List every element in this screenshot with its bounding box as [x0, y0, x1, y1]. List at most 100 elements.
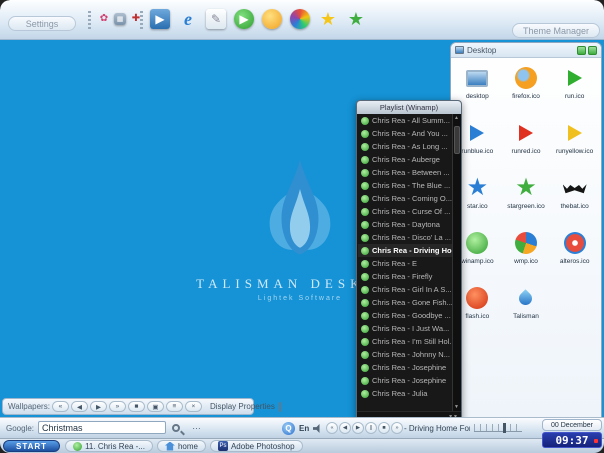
- playlist-item[interactable]: Chris Rea - Firefly: [358, 270, 452, 283]
- track-title: Chris Rea - Daytona: [372, 220, 440, 229]
- time-display[interactable]: 09:37: [542, 432, 602, 448]
- desktop-icon-wmp-ico[interactable]: wmp.ico: [502, 231, 551, 275]
- wallpaper-nav-button[interactable]: ▣: [147, 401, 164, 412]
- desktop-icon-stargreen-ico[interactable]: ★stargreen.ico: [502, 176, 551, 220]
- taskbar-task[interactable]: 11. Chris Rea -...: [65, 440, 153, 452]
- desktop-icon-talisman[interactable]: Talisman: [502, 286, 551, 330]
- grid-app-icon[interactable]: ▦: [114, 13, 126, 25]
- playlist-item[interactable]: Chris Rea - Girl In A S...: [358, 283, 452, 296]
- toolbar-small-icons: ✿▦✚: [98, 13, 142, 25]
- track-title: Chris Rea - Josephine: [372, 363, 446, 372]
- playlist-item[interactable]: Chris Rea - Daytona: [358, 218, 452, 231]
- desktop-icon-firefox-ico[interactable]: firefox.ico: [502, 66, 551, 110]
- playlist-item[interactable]: Chris Rea - As Long ...: [358, 140, 452, 153]
- language-indicator[interactable]: En: [299, 424, 309, 433]
- desktop-icon-thebat-ico[interactable]: thebat.ico: [550, 176, 599, 220]
- bird-icon[interactable]: [262, 9, 282, 29]
- playlist-item[interactable]: Chris Rea - E: [358, 257, 452, 270]
- wallpaper-nav-button[interactable]: ■: [128, 401, 145, 412]
- scroll-down-icon[interactable]: ▼: [453, 403, 460, 411]
- desktop-folder-panel: Desktop desktopfirefox.icorun.icorunblue…: [450, 42, 602, 425]
- winamp-track-icon: [361, 169, 369, 177]
- playlist-item[interactable]: Chris Rea - I Just Wa...: [358, 322, 452, 335]
- speaker-icon[interactable]: [313, 424, 323, 433]
- playlist-scrollbar[interactable]: ▲ ▼: [452, 114, 461, 411]
- taskbar-task[interactable]: home: [157, 440, 206, 452]
- track-title: Chris Rea - Auberge: [372, 155, 440, 164]
- quick-search-icon[interactable]: Q: [282, 422, 295, 435]
- media-control-button[interactable]: ■: [378, 422, 390, 434]
- theme-manager-button[interactable]: Theme Manager: [512, 23, 600, 38]
- volume-slider[interactable]: [474, 424, 522, 432]
- playlist-item[interactable]: Chris Rea - Disco' La ...: [358, 231, 452, 244]
- desktop-icon-runred-ico[interactable]: runred.ico: [502, 121, 551, 165]
- wallpaper-nav-button[interactable]: ▶: [90, 401, 107, 412]
- run-green-icon: [568, 66, 582, 90]
- play-green-icon[interactable]: ▶: [234, 9, 254, 29]
- playlist-item[interactable]: Chris Rea - Josephine: [358, 374, 452, 387]
- folder-icon: [455, 46, 464, 54]
- wallpaper-nav-button[interactable]: ≡: [166, 401, 183, 412]
- notes-icon-glyph: ✎: [211, 13, 221, 25]
- playlist-item[interactable]: Chris Rea - All Summ...: [358, 114, 452, 127]
- playlist-item[interactable]: Chris Rea - The Blue ...: [358, 179, 452, 192]
- media-control-button[interactable]: ◀: [339, 422, 351, 434]
- google-search-input[interactable]: [38, 421, 166, 434]
- media-control-button[interactable]: «: [326, 422, 338, 434]
- playlist-item[interactable]: Chris Rea - Auberge: [358, 153, 452, 166]
- toolbar-grip[interactable]: [88, 11, 91, 29]
- display-properties-button[interactable]: Display Properties: [210, 402, 275, 411]
- display-icon[interactable]: [279, 402, 281, 412]
- internet-explorer-icon[interactable]: e: [178, 9, 198, 29]
- playlist-item[interactable]: Chris Rea - Gone Fish...: [358, 296, 452, 309]
- track-title: Chris Rea - Goodbye ...: [372, 311, 451, 320]
- playlist-item[interactable]: Chris Rea - Goodbye ...: [358, 309, 452, 322]
- settings-button[interactable]: Settings: [8, 16, 76, 31]
- winamp-icon: [466, 231, 488, 255]
- playlist-titlebar[interactable]: Playlist (Winamp): [357, 101, 461, 114]
- start-button[interactable]: START: [3, 440, 60, 452]
- icon-label: run.ico: [565, 93, 585, 100]
- wallpaper-nav-button[interactable]: ×: [185, 401, 202, 412]
- notes-icon[interactable]: ✎: [206, 9, 226, 29]
- playlist-item[interactable]: Chris Rea - Johnny N...: [358, 348, 452, 361]
- panel-titlebar[interactable]: Desktop: [451, 43, 601, 58]
- desktop-icon-runyellow-ico[interactable]: runyellow.ico: [550, 121, 599, 165]
- playlist-item[interactable]: Chris Rea - Julia: [358, 387, 452, 400]
- volume-thumb[interactable]: [503, 423, 506, 433]
- date-display[interactable]: 00 December: [542, 419, 602, 431]
- scrollbar-thumb[interactable]: [454, 126, 460, 154]
- playlist-item[interactable]: Chris Rea - Driving Ho...: [358, 244, 452, 257]
- playlist-item[interactable]: Chris Rea - Curse Of ...: [358, 205, 452, 218]
- scroll-up-icon[interactable]: ▲: [453, 114, 460, 122]
- panel-refresh-button[interactable]: [577, 46, 586, 55]
- search-button[interactable]: [172, 421, 188, 435]
- winamp-track-icon: [361, 260, 369, 268]
- media-control-button[interactable]: ||: [365, 422, 377, 434]
- pinwheel-icon-glyph: ✿: [100, 14, 108, 24]
- playlist-item[interactable]: Chris Rea - Coming O...: [358, 192, 452, 205]
- desktop-icon-run-ico[interactable]: run.ico: [550, 66, 599, 110]
- playlist-item[interactable]: Chris Rea - And You ...: [358, 127, 452, 140]
- pinwheel-icon[interactable]: ✿: [98, 13, 110, 25]
- wallpaper-nav-button[interactable]: «: [52, 401, 69, 412]
- wallpaper-nav-button[interactable]: »: [109, 401, 126, 412]
- playlist-item[interactable]: Chris Rea - Between ...: [358, 166, 452, 179]
- taskbar-task[interactable]: PsAdobe Photoshop: [210, 440, 303, 452]
- star-green-icon[interactable]: ★: [346, 9, 366, 29]
- media-control-button[interactable]: ▶: [352, 422, 364, 434]
- more-button[interactable]: …: [192, 421, 201, 431]
- toolbar-grip[interactable]: [140, 11, 143, 29]
- playlist-item[interactable]: Chris Rea - I'm Still Hol...: [358, 335, 452, 348]
- media-player-icon[interactable]: ▶: [150, 9, 170, 29]
- star-yellow-icon[interactable]: ★: [318, 9, 338, 29]
- media-control-button[interactable]: »: [391, 422, 403, 434]
- paint-palette-icon[interactable]: [290, 9, 310, 29]
- wallpaper-nav-button[interactable]: ◀: [71, 401, 88, 412]
- panel-options-button[interactable]: [588, 46, 597, 55]
- media-player-icon-glyph: ▶: [155, 13, 164, 25]
- track-title: Chris Rea - Disco' La ...: [372, 233, 451, 242]
- desktop-icon-alteros-ico[interactable]: alteros.ico: [550, 231, 599, 275]
- taskbar: START 11. Chris Rea -... home PsAdobe Phot…: [0, 438, 604, 453]
- playlist-item[interactable]: Chris Rea - Josephine: [358, 361, 452, 374]
